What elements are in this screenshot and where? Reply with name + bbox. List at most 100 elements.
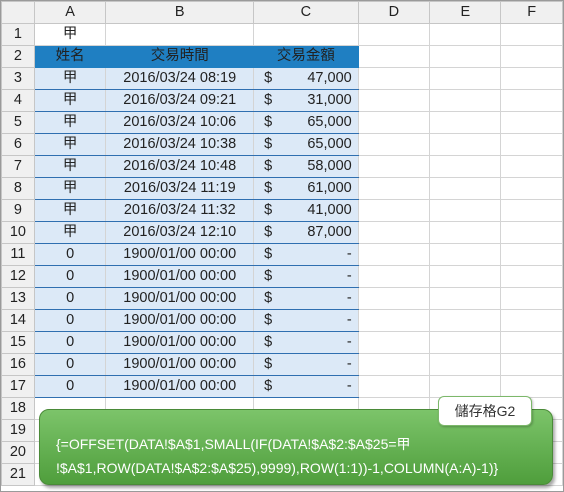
empty-cell[interactable] — [429, 177, 502, 200]
name-cell[interactable]: 0 — [33, 309, 107, 332]
amount-cell[interactable]: $65,000 — [253, 111, 359, 134]
name-cell[interactable]: 0 — [33, 353, 107, 376]
row-header[interactable]: 8 — [1, 177, 35, 200]
amount-cell[interactable]: $65,000 — [253, 133, 359, 156]
time-cell[interactable]: 1900/01/00 00:00 — [105, 353, 255, 376]
empty-cell[interactable] — [500, 45, 563, 68]
empty-cell[interactable] — [357, 309, 431, 332]
empty-cell[interactable] — [429, 265, 502, 288]
row-header[interactable]: 6 — [1, 133, 35, 156]
row-header[interactable]: 3 — [1, 67, 35, 90]
empty-cell[interactable] — [357, 45, 431, 68]
empty-cell[interactable] — [500, 199, 563, 222]
empty-cell[interactable] — [429, 133, 502, 156]
time-cell[interactable]: 1900/01/00 00:00 — [105, 375, 255, 398]
empty-cell[interactable] — [357, 243, 431, 266]
empty-cell[interactable] — [429, 45, 502, 68]
empty-cell[interactable] — [429, 287, 502, 310]
column-header-b[interactable]: B — [105, 1, 255, 24]
empty-cell[interactable] — [500, 309, 563, 332]
empty-cell[interactable] — [429, 89, 502, 112]
amount-cell[interactable]: $ - — [253, 353, 359, 376]
empty-cell[interactable] — [357, 331, 431, 354]
empty-cell[interactable] — [429, 199, 502, 222]
name-cell[interactable]: 0 — [33, 287, 107, 310]
time-cell[interactable]: 1900/01/00 00:00 — [105, 309, 255, 332]
empty-cell[interactable] — [357, 353, 431, 376]
row-header[interactable]: 15 — [1, 331, 35, 354]
empty-cell[interactable] — [357, 89, 431, 112]
time-cell[interactable]: 2016/03/24 10:06 — [105, 111, 255, 134]
row-header[interactable]: 16 — [1, 353, 35, 376]
empty-cell[interactable] — [429, 111, 502, 134]
empty-cell[interactable] — [357, 265, 431, 288]
row-header[interactable]: 7 — [1, 155, 35, 178]
amount-cell[interactable]: $47,000 — [253, 67, 359, 90]
empty-cell[interactable] — [429, 155, 502, 178]
name-cell[interactable]: 0 — [33, 375, 107, 398]
empty-cell[interactable] — [357, 133, 431, 156]
row-header[interactable]: 18 — [1, 397, 35, 420]
amount-cell[interactable]: $41,000 — [253, 199, 359, 222]
name-cell[interactable]: 0 — [33, 243, 107, 266]
row-header[interactable]: 19 — [1, 419, 35, 442]
time-cell[interactable]: 1900/01/00 00:00 — [105, 287, 255, 310]
name-cell[interactable]: 甲 — [33, 177, 107, 200]
name-cell[interactable]: 0 — [33, 265, 107, 288]
empty-cell[interactable] — [429, 375, 502, 398]
row-header[interactable]: 1 — [1, 23, 35, 46]
empty-cell[interactable] — [357, 221, 431, 244]
amount-cell[interactable]: $ - — [253, 287, 359, 310]
empty-cell[interactable] — [429, 23, 502, 46]
name-cell[interactable]: 甲 — [33, 199, 107, 222]
header-name-cell[interactable]: 姓名 — [33, 45, 107, 68]
empty-cell[interactable] — [357, 199, 431, 222]
empty-cell[interactable] — [500, 287, 563, 310]
time-cell[interactable]: 2016/03/24 10:38 — [105, 133, 255, 156]
amount-cell[interactable]: $31,000 — [253, 89, 359, 112]
time-cell[interactable]: 2016/03/24 10:48 — [105, 155, 255, 178]
amount-cell[interactable]: $ - — [253, 309, 359, 332]
empty-cell[interactable] — [500, 221, 563, 244]
column-header-a[interactable]: A — [33, 1, 107, 24]
name-cell[interactable]: 甲 — [33, 89, 107, 112]
time-cell[interactable]: 2016/03/24 09:21 — [105, 89, 255, 112]
empty-cell[interactable] — [500, 67, 563, 90]
time-cell[interactable]: 1900/01/00 00:00 — [105, 243, 255, 266]
row-header[interactable]: 10 — [1, 221, 35, 244]
empty-cell[interactable] — [500, 353, 563, 376]
name-cell[interactable]: 甲 — [33, 67, 107, 90]
empty-cell[interactable] — [500, 177, 563, 200]
empty-cell[interactable] — [500, 23, 563, 46]
empty-cell[interactable] — [357, 375, 431, 398]
amount-cell[interactable]: $ - — [253, 243, 359, 266]
time-cell[interactable]: 2016/03/24 11:19 — [105, 177, 255, 200]
name-cell[interactable]: 甲 — [33, 221, 107, 244]
time-cell[interactable]: 1900/01/00 00:00 — [105, 265, 255, 288]
empty-cell[interactable] — [500, 375, 563, 398]
empty-cell[interactable] — [500, 133, 563, 156]
name-cell[interactable]: 甲 — [33, 133, 107, 156]
header-amount-cell[interactable]: 交易金額 — [253, 45, 359, 68]
amount-cell[interactable]: $61,000 — [253, 177, 359, 200]
time-cell[interactable]: 1900/01/00 00:00 — [105, 331, 255, 354]
empty-cell[interactable] — [429, 243, 502, 266]
column-header-c[interactable]: C — [253, 1, 359, 24]
empty-cell[interactable] — [357, 177, 431, 200]
empty-cell[interactable] — [429, 221, 502, 244]
row-header[interactable]: 4 — [1, 89, 35, 112]
empty-cell[interactable] — [357, 67, 431, 90]
empty-cell[interactable] — [429, 353, 502, 376]
empty-cell[interactable] — [429, 331, 502, 354]
row-header[interactable]: 14 — [1, 309, 35, 332]
amount-cell[interactable]: $87,000 — [253, 221, 359, 244]
row-header[interactable]: 5 — [1, 111, 35, 134]
row-header[interactable]: 2 — [1, 45, 35, 68]
amount-cell[interactable]: $ - — [253, 375, 359, 398]
column-header-d[interactable]: D — [357, 1, 431, 24]
empty-cell[interactable] — [500, 111, 563, 134]
row-header[interactable]: 13 — [1, 287, 35, 310]
row-header[interactable]: 17 — [1, 375, 35, 398]
row-header[interactable]: 11 — [1, 243, 35, 266]
amount-cell[interactable]: $ - — [253, 331, 359, 354]
